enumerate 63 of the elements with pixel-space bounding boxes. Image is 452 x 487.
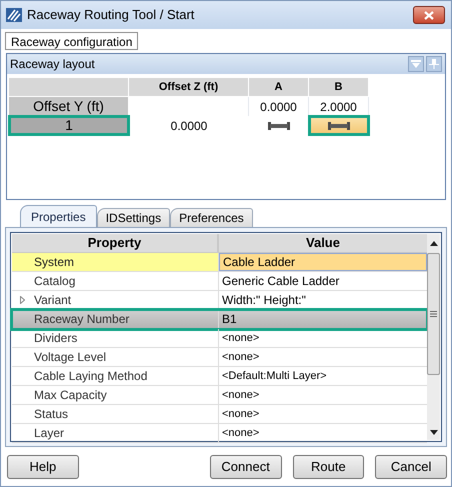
tab[interactable]: Properties bbox=[20, 205, 97, 227]
button[interactable]: Help bbox=[7, 455, 79, 479]
pin-button[interactable] bbox=[426, 56, 442, 72]
column-header: Offset Z (ft) bbox=[129, 78, 249, 97]
property-row[interactable]: Status <none> bbox=[12, 405, 427, 424]
layout-cell[interactable] bbox=[309, 116, 369, 135]
property-value[interactable]: Generic Cable Ladder bbox=[219, 272, 427, 290]
property-value[interactable]: Cable Ladder bbox=[219, 253, 427, 271]
property-name: System bbox=[34, 254, 74, 271]
property-name: Cable Laying Method bbox=[34, 368, 148, 385]
raceway-icon bbox=[268, 122, 290, 130]
property-row[interactable]: Dividers <none> bbox=[12, 329, 427, 348]
column-header: A bbox=[249, 78, 309, 97]
collapse-button[interactable] bbox=[408, 56, 424, 72]
table-cell-text: 0.0000 bbox=[170, 118, 208, 134]
property-name: Dividers bbox=[34, 330, 78, 347]
row-header[interactable]: 1 bbox=[9, 116, 129, 135]
property-value[interactable]: <none> bbox=[219, 329, 427, 347]
property-name: Variant bbox=[34, 292, 72, 309]
pin-icon bbox=[429, 59, 439, 69]
panel-title: Raceway layout bbox=[10, 56, 96, 73]
property-name: Raceway Number bbox=[34, 311, 130, 328]
property-row[interactable]: Voltage Level <none> bbox=[12, 348, 427, 367]
grip-icon bbox=[430, 311, 437, 317]
property-name: Voltage Level bbox=[34, 349, 106, 366]
dropdown-icon bbox=[411, 60, 421, 68]
scroll-down-icon bbox=[430, 430, 438, 435]
property-name: Status bbox=[34, 406, 68, 423]
close-icon bbox=[424, 10, 434, 20]
property-value[interactable]: <none> bbox=[219, 348, 427, 366]
row-header: Offset Y (ft) bbox=[9, 97, 129, 116]
property-value[interactable]: <none> bbox=[219, 424, 427, 442]
button[interactable]: Connect bbox=[210, 455, 282, 479]
property-value[interactable]: <Default:Multi Layer> bbox=[219, 367, 427, 385]
property-value[interactable]: Width:" Height:" bbox=[219, 291, 427, 309]
column-header: Property bbox=[12, 234, 219, 253]
property-value[interactable]: B1 bbox=[219, 310, 427, 328]
tab[interactable]: IDSettings bbox=[96, 208, 170, 227]
property-name: Catalog bbox=[34, 273, 76, 290]
raceway-icon bbox=[328, 122, 350, 130]
property-name: Max Capacity bbox=[34, 387, 107, 404]
property-row[interactable]: System Cable Ladder bbox=[12, 253, 427, 272]
window-title: Raceway Routing Tool / Start bbox=[27, 6, 196, 24]
column-header: Value bbox=[219, 234, 427, 253]
property-row[interactable]: Catalog Generic Cable Ladder bbox=[12, 272, 427, 291]
property-row[interactable]: Max Capacity <none> bbox=[12, 386, 427, 405]
scroll-up-icon bbox=[430, 241, 438, 246]
property-name: Layer bbox=[34, 425, 64, 442]
scrollbar[interactable] bbox=[427, 234, 440, 440]
property-row[interactable]: Layer <none> bbox=[12, 424, 427, 443]
property-value[interactable]: <none> bbox=[219, 386, 427, 404]
app-icon bbox=[5, 7, 23, 23]
tab[interactable]: Raceway configuration bbox=[5, 32, 138, 50]
close-button[interactable] bbox=[413, 6, 445, 24]
scrollbar-thumb[interactable] bbox=[427, 253, 440, 375]
button[interactable]: Route bbox=[292, 455, 364, 479]
tab[interactable]: Preferences bbox=[170, 208, 253, 227]
property-value[interactable]: <none> bbox=[219, 405, 427, 423]
property-row[interactable]: Cable Laying Method <Default:Multi Layer> bbox=[12, 367, 427, 386]
expand-icon[interactable] bbox=[20, 296, 25, 304]
property-row[interactable]: Raceway Number B1 bbox=[12, 310, 427, 329]
button[interactable]: Cancel bbox=[375, 455, 447, 479]
column-header: B bbox=[309, 78, 369, 97]
